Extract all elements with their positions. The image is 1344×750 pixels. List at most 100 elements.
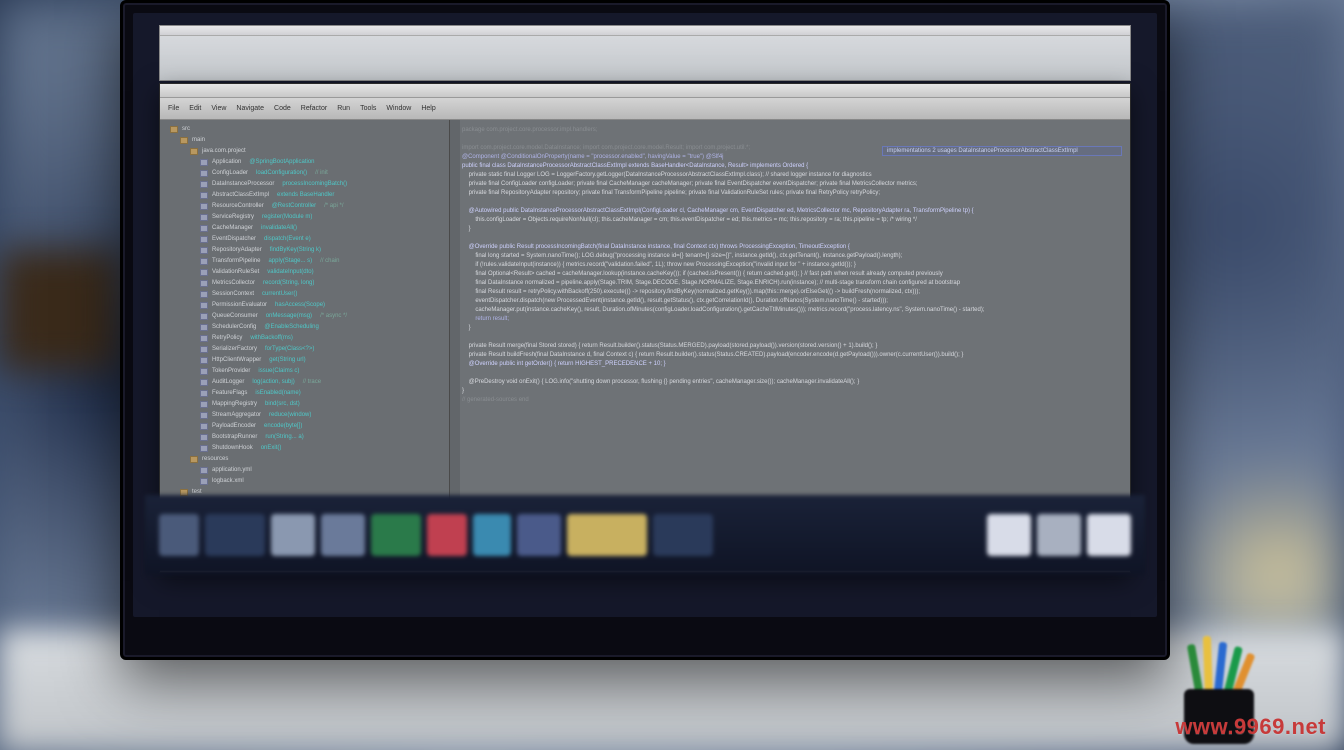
code-line[interactable]: @Override public Result processIncomingB… (462, 243, 1126, 252)
taskbar-item[interactable] (271, 514, 315, 556)
menu-item[interactable]: Help (421, 105, 435, 112)
code-line[interactable]: import com.project.core.model.DataInstan… (462, 144, 1126, 153)
tree-row[interactable]: src (166, 124, 443, 134)
tree-row[interactable]: AbstractClassExtImplextends BaseHandler (166, 190, 443, 200)
tree-label: BootstrapRunner (212, 434, 257, 440)
menu-item[interactable]: View (211, 105, 226, 112)
code-line[interactable]: eventDispatcher.dispatch(new ProcessedEv… (462, 297, 1126, 306)
tree-row[interactable]: logback.xml (166, 476, 443, 486)
taskbar-item[interactable] (321, 514, 365, 556)
code-line[interactable]: @Override public int getOrder() { return… (462, 360, 1126, 369)
ide-menubar[interactable]: File Edit View Navigate Code Refactor Run Tools… (160, 98, 1130, 120)
code-line[interactable]: package com.project.core.processor.impl.… (462, 126, 1126, 135)
code-line[interactable]: if (!rules.validateInput(instance)) { me… (462, 261, 1126, 270)
tree-row[interactable]: ValidationRuleSetvalidateInput(dto) (166, 267, 443, 277)
code-line[interactable]: @PreDestroy void onExit() { LOG.info("sh… (462, 378, 1126, 387)
code-line[interactable]: private final RepositoryAdapter reposito… (462, 189, 1126, 198)
tree-row[interactable]: SessionContext currentUser() (166, 289, 443, 299)
code-line[interactable]: return result; (462, 315, 1126, 324)
tree-row[interactable]: BootstrapRunnerrun(String... a) (166, 432, 443, 442)
menu-item[interactable]: Refactor (301, 105, 327, 112)
tree-row[interactable]: application.yml (166, 465, 443, 475)
code-line[interactable]: } (462, 387, 1126, 396)
code-line[interactable]: final Optional<Result> cached = cacheMan… (462, 270, 1126, 279)
editor-panel[interactable]: implementations 2 usages DataInstancePro… (450, 120, 1130, 558)
taskbar-item[interactable] (517, 514, 561, 556)
code-line[interactable]: public final class DataInstanceProcessor… (462, 162, 1126, 171)
menu-item[interactable]: Code (274, 105, 291, 112)
project-tree-panel[interactable]: srcmainjava.com.projectApplication@Sprin… (160, 120, 450, 558)
code-area[interactable]: package com.project.core.processor.impl.… (462, 126, 1126, 554)
code-line[interactable] (462, 135, 1126, 144)
tree-row[interactable]: java.com.project (166, 146, 443, 156)
taskbar-item[interactable] (473, 514, 511, 556)
tree-row[interactable]: RetryPolicywithBackoff(ms) (166, 333, 443, 343)
tree-row[interactable]: TokenProviderissue(Claims c) (166, 366, 443, 376)
tree-row[interactable]: EventDispatcherdispatch(Event e) (166, 234, 443, 244)
tree-row[interactable]: MappingRegistrybind(src, dst) (166, 399, 443, 409)
tree-row[interactable]: ConfigLoaderloadConfiguration()// init (166, 168, 443, 178)
code-line[interactable]: private Result merge(final Stored stored… (462, 342, 1126, 351)
code-line[interactable]: @Component @ConditionalOnProperty(name =… (462, 153, 1126, 162)
taskbar-item[interactable] (205, 514, 265, 556)
code-line[interactable] (462, 198, 1126, 207)
tree-row[interactable]: FeatureFlagsisEnabled(name) (166, 388, 443, 398)
code-line[interactable]: this.configLoader = Objects.requireNonNu… (462, 216, 1126, 225)
tree-row[interactable]: HttpClientWrapperget(String url) (166, 355, 443, 365)
tree-row[interactable]: SerializerFactoryforType(Class<?>) (166, 344, 443, 354)
code-line[interactable]: } (462, 225, 1126, 234)
tree-row[interactable]: ServiceRegistryregister(Module m) (166, 212, 443, 222)
menu-item[interactable]: Edit (189, 105, 201, 112)
menu-item[interactable]: Navigate (236, 105, 264, 112)
code-line[interactable] (462, 234, 1126, 243)
code-line[interactable] (462, 369, 1126, 378)
tree-row[interactable]: DataInstanceProcessorprocessIncomingBatc… (166, 179, 443, 189)
taskbar-item[interactable] (159, 514, 199, 556)
code-line[interactable]: private static final Logger LOG = Logger… (462, 171, 1126, 180)
taskbar-item[interactable] (371, 514, 421, 556)
tree-row[interactable]: ResourceController@RestController/* api … (166, 201, 443, 211)
ide-titlebar[interactable] (160, 84, 1130, 98)
code-line[interactable]: private Result buildFresh(final DataInst… (462, 351, 1126, 360)
menu-item[interactable]: File (168, 105, 179, 112)
code-line[interactable]: // generated-sources end (462, 396, 1126, 405)
menu-item[interactable]: Tools (360, 105, 376, 112)
tree-row[interactable]: main (166, 135, 443, 145)
code-line[interactable]: @Autowired public DataInstanceProcessorA… (462, 207, 1126, 216)
os-taskbar[interactable] (145, 495, 1145, 575)
taskbar-tray-item[interactable] (1037, 514, 1081, 556)
tree-row[interactable]: MetricsCollectorrecord(String, long) (166, 278, 443, 288)
tree-row[interactable]: QueueConsumeronMessage(msg)/* async */ (166, 311, 443, 321)
tree-row[interactable]: PermissionEvaluatorhasAccess(Scope) (166, 300, 443, 310)
menu-item[interactable]: Run (337, 105, 350, 112)
code-line[interactable]: } (462, 324, 1126, 333)
code-line[interactable]: private final ConfigLoader configLoader;… (462, 180, 1126, 189)
menu-item[interactable]: Window (386, 105, 411, 112)
tree-row[interactable]: ShutdownHookonExit() (166, 443, 443, 453)
tree-row[interactable]: SchedulerConfig@EnableScheduling (166, 322, 443, 332)
tree-row[interactable]: PayloadEncoderencode(byte[]) (166, 421, 443, 431)
background-shelf (0, 250, 120, 370)
code-line[interactable]: final DataInstance normalized = pipeline… (462, 279, 1126, 288)
tree-row[interactable]: TransformPipelineapply(Stage... s)// cha… (166, 256, 443, 266)
tree-row[interactable]: Application@SpringBootApplication (166, 157, 443, 167)
code-line[interactable]: final Result result = retryPolicy.withBa… (462, 288, 1126, 297)
taskbar-item[interactable] (427, 514, 467, 556)
code-line[interactable]: cacheManager.put(instance.cacheKey(), re… (462, 306, 1126, 315)
tree-row[interactable]: RepositoryAdapterfindByKey(String k) (166, 245, 443, 255)
tree-row[interactable]: AuditLoggerlog(action, subj)// trace (166, 377, 443, 387)
code-line[interactable] (462, 333, 1126, 342)
file-icon (200, 478, 208, 485)
monitor: File Edit View Navigate Code Refactor Run Tools… (120, 0, 1170, 660)
tree-label: CacheManager (212, 225, 253, 231)
tree-row[interactable]: resources (166, 454, 443, 464)
taskbar-item[interactable] (567, 514, 647, 556)
tree-row[interactable]: StreamAggregatorreduce(window) (166, 410, 443, 420)
taskbar-tray-item[interactable] (987, 514, 1031, 556)
taskbar-item[interactable] (653, 514, 713, 556)
tree-label: SessionContext (212, 291, 254, 297)
tree-row[interactable]: CacheManagerinvalidateAll() (166, 223, 443, 233)
code-line[interactable]: final long started = System.nanoTime(); … (462, 252, 1126, 261)
tree-token: currentUser() (262, 291, 297, 297)
taskbar-tray-item[interactable] (1087, 514, 1131, 556)
